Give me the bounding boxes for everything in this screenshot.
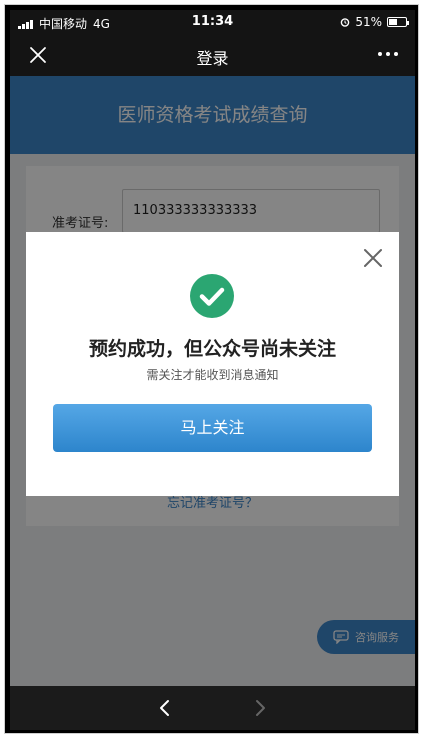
chevron-left-icon[interactable] (155, 698, 175, 718)
status-right: 51% (340, 15, 409, 29)
nav-bar: 登录 (10, 34, 415, 76)
bottom-toolbar (10, 686, 415, 730)
battery-percent: 51% (355, 15, 382, 29)
success-dialog: 预约成功，但公众号尚未关注 需关注才能收到消息通知 马上关注 (26, 232, 399, 496)
dialog-title: 预约成功，但公众号尚未关注 (88, 338, 336, 360)
chevron-right-icon (256, 700, 265, 716)
screen: 中国移动 4G 11:34 51% 登录 医师资格考试成绩查询 准考证号: 11… (10, 10, 415, 730)
check-circle-icon (190, 274, 234, 318)
follow-now-button[interactable]: 马上关注 (53, 404, 372, 452)
battery-fill (389, 19, 398, 25)
dialog-subtitle: 需关注才能收到消息通知 (146, 368, 279, 382)
more-dots-icon[interactable] (375, 42, 401, 66)
close-icon[interactable] (361, 246, 385, 270)
battery-icon (387, 17, 409, 27)
alarm-icon (341, 18, 350, 27)
page-title: 登录 (196, 49, 229, 68)
status-bar: 中国移动 4G 11:34 51% (10, 10, 415, 34)
phone-frame: 中国移动 4G 11:34 51% 登录 医师资格考试成绩查询 准考证号: 11… (4, 4, 419, 734)
